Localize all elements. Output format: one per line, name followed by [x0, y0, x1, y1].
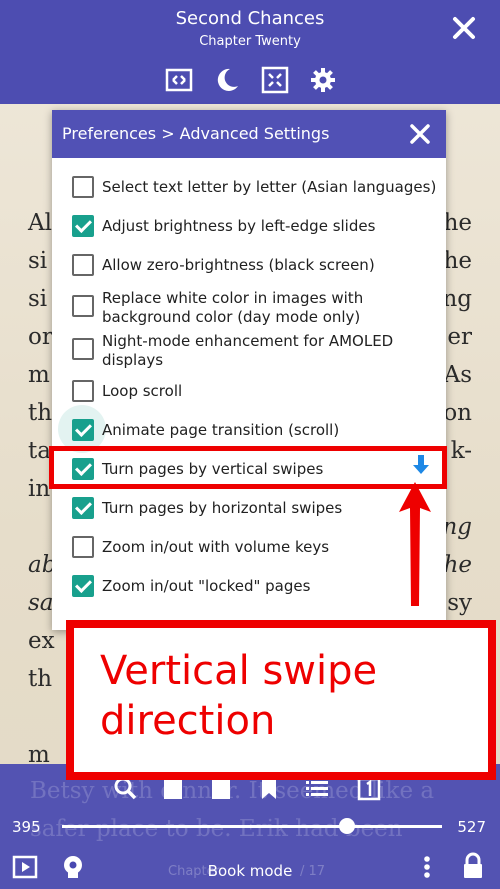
checkbox[interactable]	[72, 215, 94, 237]
advanced-settings-dialog: Preferences > Advanced Settings Select t…	[52, 110, 446, 630]
reader-top-bar: Second Chances Chapter Twenty	[0, 0, 500, 104]
book-title: Second Chances	[175, 8, 325, 29]
book-text-fragment: ex	[28, 628, 55, 654]
book-text-fragment: ng	[442, 286, 472, 312]
checkbox[interactable]	[72, 536, 94, 558]
book-text-fragment: ta	[28, 438, 51, 464]
chapter-title: Chapter Twenty	[199, 34, 301, 49]
option-label: Allow zero-brightness (black screen)	[102, 256, 375, 274]
page-current: 395	[12, 818, 41, 836]
option-label: Loop scroll	[102, 382, 183, 400]
checkbox[interactable]	[72, 497, 94, 519]
reader-toolbar	[0, 66, 500, 94]
callout-text: Vertical swipe direction	[100, 648, 378, 744]
lock-icon[interactable]	[460, 852, 486, 878]
option-label: Zoom in/out "locked" pages	[102, 577, 311, 595]
option-label: Animate page transition (scroll)	[102, 421, 340, 439]
book-text-fragment: ng	[442, 514, 472, 540]
expand-icon[interactable]	[165, 66, 193, 94]
checkbox[interactable]	[72, 176, 94, 198]
book-text-fragment: or	[28, 324, 53, 350]
book-text-fragment: As	[443, 362, 472, 388]
book-text-fragment: th	[28, 666, 53, 692]
book-text-fragment: Al	[28, 210, 52, 236]
checkbox[interactable]	[72, 380, 94, 402]
book-text-fragment: k-	[450, 438, 472, 464]
fit-screen-icon[interactable]	[261, 66, 289, 94]
book-text-fragment: he	[443, 210, 472, 236]
checkbox[interactable]	[72, 419, 94, 441]
checkbox[interactable]	[72, 575, 94, 597]
book-text-fragment: he	[443, 248, 472, 274]
moon-icon[interactable]	[213, 66, 241, 94]
annotation-callout: Vertical swipe direction	[66, 620, 496, 780]
book-text-fragment: on	[443, 400, 472, 426]
highlight-box	[49, 446, 447, 489]
page-slider-thumb[interactable]	[339, 818, 355, 834]
option-label: Zoom in/out with volume keys	[102, 538, 330, 556]
book-text-fragment: he	[443, 552, 472, 578]
reader-bottom-bar: Betsy with dinner. It seemed like a safe…	[0, 764, 500, 889]
page-total: 527	[457, 818, 486, 836]
red-pointer-arrow	[395, 478, 435, 610]
option-label: Night-mode enhancement for AMOLED displa…	[102, 332, 394, 369]
book-text-fragment: er	[447, 324, 472, 350]
option-label: Adjust brightness by left-edge slides	[102, 217, 376, 235]
dialog-header: Preferences > Advanced Settings	[52, 110, 446, 158]
book-text-fragment: in	[28, 476, 51, 502]
book-text-fragment: sa	[28, 590, 54, 616]
close-icon[interactable]	[450, 14, 478, 42]
page-slider[interactable]	[62, 825, 442, 828]
dialog-title: Preferences > Advanced Settings	[62, 124, 330, 143]
option-label: Select text letter by letter (Asian lang…	[102, 178, 437, 196]
gear-icon[interactable]	[309, 66, 337, 94]
book-text-fragment: si	[28, 248, 48, 274]
checkbox[interactable]	[72, 338, 94, 360]
option-label: Replace white color in images with backg…	[102, 289, 364, 326]
book-text-fragment: m	[28, 362, 50, 388]
arrow-down-icon[interactable]	[408, 452, 434, 478]
checkbox[interactable]	[72, 254, 94, 276]
option-label: Turn pages by horizontal swipes	[102, 499, 343, 517]
book-text-fragment: si	[28, 286, 48, 312]
book-text-fragment: th	[28, 400, 53, 426]
more-vert-icon[interactable]	[414, 854, 440, 880]
checkbox[interactable]	[72, 295, 94, 317]
close-icon[interactable]	[408, 122, 432, 146]
book-text-fragment: sy	[447, 590, 472, 616]
